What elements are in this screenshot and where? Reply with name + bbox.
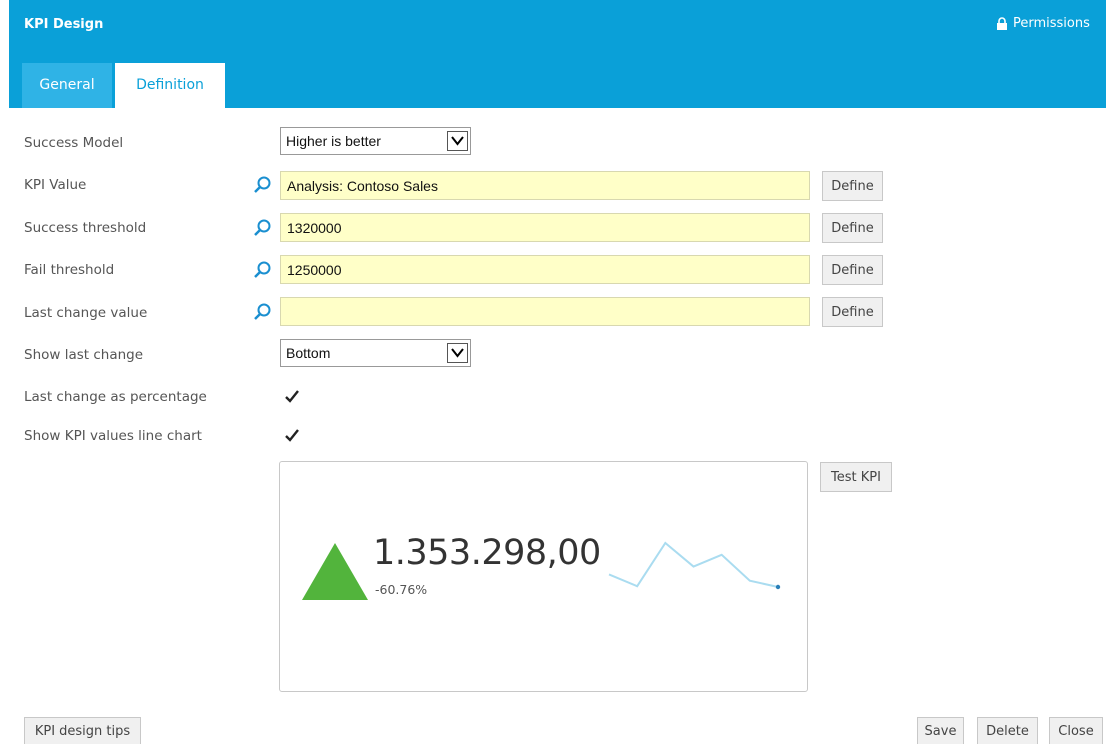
status-up-arrow-icon bbox=[302, 543, 368, 600]
chevron-down-icon[interactable] bbox=[447, 343, 468, 363]
success-threshold-define-button[interactable]: Define bbox=[822, 213, 883, 243]
test-kpi-button[interactable]: Test KPI bbox=[820, 462, 892, 492]
show-line-chart-label: Show KPI values line chart bbox=[24, 428, 202, 444]
tab-definition[interactable]: Definition bbox=[115, 63, 225, 108]
fail-threshold-label: Fail threshold bbox=[24, 262, 115, 278]
fail-threshold-define-button[interactable]: Define bbox=[822, 255, 883, 285]
success-model-value: Higher is better bbox=[286, 133, 381, 149]
success-model-label: Success Model bbox=[24, 135, 124, 151]
delete-button[interactable]: Delete bbox=[977, 717, 1038, 744]
kpi-last-change: -60.76% bbox=[375, 582, 428, 597]
kpi-value-input[interactable]: Analysis: Contoso Sales bbox=[280, 171, 810, 200]
kpi-design-tips-button[interactable]: KPI design tips bbox=[24, 717, 141, 744]
show-last-change-select[interactable]: Bottom bbox=[280, 339, 471, 367]
show-last-change-label: Show last change bbox=[24, 347, 144, 363]
last-change-pct-checkbox[interactable] bbox=[284, 389, 300, 405]
tab-general[interactable]: General bbox=[22, 63, 112, 108]
kpi-current-value: 1.353.298,00 bbox=[373, 533, 601, 573]
chevron-down-icon[interactable] bbox=[447, 131, 468, 151]
success-model-select[interactable]: Higher is better bbox=[280, 127, 471, 155]
permissions-link[interactable]: Permissions bbox=[996, 16, 1090, 31]
success-threshold-input[interactable]: 1320000 bbox=[280, 213, 810, 242]
kpi-sparkline bbox=[608, 541, 781, 590]
fail-threshold-input[interactable]: 1250000 bbox=[280, 255, 810, 284]
last-change-value-input[interactable] bbox=[280, 297, 810, 326]
success-threshold-label: Success threshold bbox=[24, 220, 147, 236]
kpi-preview-panel: 1.353.298,00 -60.76% bbox=[279, 461, 808, 692]
search-icon[interactable] bbox=[252, 175, 272, 195]
save-button[interactable]: Save bbox=[917, 717, 964, 744]
last-change-value-label: Last change value bbox=[24, 305, 148, 321]
show-line-chart-checkbox[interactable] bbox=[284, 428, 300, 444]
lock-icon bbox=[997, 17, 1007, 30]
permissions-label: Permissions bbox=[1013, 16, 1090, 31]
show-last-change-value: Bottom bbox=[286, 345, 331, 361]
search-icon[interactable] bbox=[252, 218, 272, 238]
sparkline-line bbox=[608, 541, 779, 588]
last-change-value-define-button[interactable]: Define bbox=[822, 297, 883, 327]
search-icon[interactable] bbox=[252, 260, 272, 280]
kpi-value-define-button[interactable]: Define bbox=[822, 171, 883, 201]
sparkline-last-point bbox=[775, 584, 781, 590]
page-title: KPI Design bbox=[24, 17, 104, 32]
search-icon[interactable] bbox=[252, 302, 272, 322]
last-change-pct-label: Last change as percentage bbox=[24, 389, 207, 405]
close-button[interactable]: Close bbox=[1049, 717, 1103, 744]
kpi-value-label: KPI Value bbox=[24, 177, 87, 193]
